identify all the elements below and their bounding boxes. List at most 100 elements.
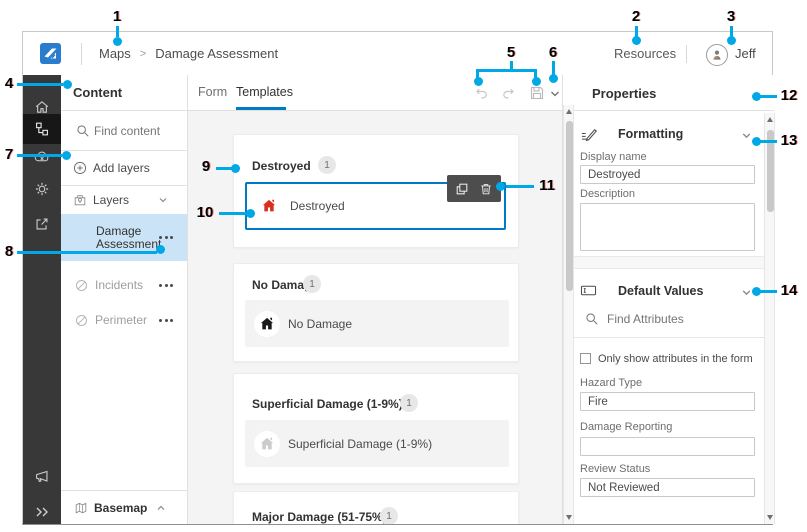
- avatar[interactable]: [706, 44, 728, 66]
- search-icon: [585, 312, 599, 326]
- more-options-button[interactable]: [549, 88, 561, 100]
- find-content-search[interactable]: [61, 111, 187, 151]
- undo-button[interactable]: [473, 85, 489, 101]
- layer-overflow-menu-icon[interactable]: [159, 319, 173, 322]
- double-chevron-right-icon: [34, 505, 50, 519]
- only-show-label: Only show attributes in the form: [598, 353, 758, 365]
- find-attributes-input[interactable]: [607, 311, 752, 327]
- scroll-down-arrow-icon[interactable]: [566, 515, 572, 520]
- redo-icon: [501, 85, 517, 101]
- rail-item-offline[interactable]: [23, 142, 61, 172]
- callout-2: 2: [628, 8, 644, 25]
- layer-label: Damage Assessment: [96, 225, 158, 251]
- tab-templates[interactable]: Templates: [236, 75, 293, 108]
- rail-item-feedback[interactable]: [23, 461, 61, 491]
- group-title: Major Damage (51-75%): [252, 510, 387, 524]
- redo-button[interactable]: [501, 85, 517, 101]
- user-name[interactable]: Jeff: [735, 32, 756, 75]
- chevron-down-icon[interactable]: [741, 287, 752, 298]
- callout-4: 4: [1, 75, 17, 92]
- group-count-badge: 1: [303, 275, 321, 293]
- layer-label: Perimeter: [95, 313, 147, 327]
- basemap-icon: [74, 501, 88, 515]
- template-item-no-damage[interactable]: No Damage: [245, 300, 509, 347]
- symbol-circle: [254, 311, 280, 337]
- cloud-x-icon: [33, 148, 51, 166]
- layer-overflow-menu-icon[interactable]: [159, 284, 173, 287]
- disabled-circle-icon: [75, 279, 88, 292]
- breadcrumb: Maps > Damage Assessment: [99, 32, 278, 75]
- rail-item-settings[interactable]: [23, 174, 61, 204]
- house-icon: [260, 197, 278, 215]
- group-title: Destroyed: [252, 159, 311, 173]
- group-count-badge: 1: [318, 156, 336, 174]
- only-show-checkbox[interactable]: [580, 353, 591, 364]
- disabled-circle-icon: [75, 314, 88, 327]
- resources-link[interactable]: Resources: [614, 32, 676, 75]
- properties-header: Properties: [563, 75, 774, 111]
- scroll-up-arrow-icon[interactable]: [566, 109, 572, 114]
- field-label-damage-reporting: Damage Reporting: [580, 421, 672, 433]
- person-icon: [710, 48, 724, 62]
- breadcrumb-current: Damage Assessment: [155, 46, 278, 61]
- callout-10: 10: [194, 204, 216, 221]
- layer-item-damage-assessment[interactable]: Damage Assessment: [61, 214, 187, 261]
- left-rail: [23, 75, 61, 524]
- symbol-circle: [256, 193, 282, 219]
- section-gap: [563, 256, 775, 269]
- layer-overflow-menu-icon[interactable]: [159, 236, 173, 239]
- field-input-hazard-type[interactable]: [580, 392, 755, 411]
- plus-circle-icon: [73, 161, 87, 175]
- editor-panel: Form Templates: [188, 75, 562, 524]
- scrollbar-thumb[interactable]: [566, 121, 573, 291]
- chevron-down-icon[interactable]: [741, 130, 752, 141]
- add-layers-button[interactable]: Add layers: [61, 151, 187, 186]
- layers-section-header[interactable]: Layers: [61, 186, 187, 214]
- field-input-damage-reporting[interactable]: [580, 437, 755, 456]
- basemap-section-header[interactable]: Basemap: [61, 490, 187, 524]
- rail-item-share[interactable]: [23, 209, 61, 239]
- template-item-label: Destroyed: [290, 199, 345, 213]
- app-window: Maps > Damage Assessment Resources Jeff: [22, 31, 773, 525]
- header-divider-2: [686, 45, 687, 63]
- template-group-major: Major Damage (51-75%) 1: [233, 491, 519, 524]
- description-textarea[interactable]: [580, 203, 755, 251]
- properties-title: Properties: [592, 86, 656, 101]
- template-item-superficial[interactable]: Superficial Damage (1-9%): [245, 420, 509, 467]
- layer-item-incidents[interactable]: Incidents: [61, 271, 187, 299]
- search-icon: [76, 124, 90, 138]
- templates-scrollbar[interactable]: [563, 105, 574, 524]
- content-panel-header: Content: [61, 75, 187, 111]
- callout-9: 9: [198, 158, 214, 175]
- field-input-review-status[interactable]: [580, 478, 755, 497]
- chevron-down-icon: [549, 88, 561, 100]
- rail-item-content[interactable]: [23, 114, 61, 144]
- group-title: Superficial Damage (1-9%): [252, 397, 403, 411]
- sitemap-icon: [33, 120, 51, 138]
- delete-icon[interactable]: [479, 182, 493, 196]
- save-button[interactable]: [529, 85, 545, 101]
- scroll-down-arrow-icon[interactable]: [767, 515, 773, 520]
- duplicate-icon[interactable]: [455, 182, 469, 196]
- esri-logo-icon[interactable]: [40, 43, 61, 64]
- description-label: Description: [580, 188, 635, 200]
- scroll-up-arrow-icon[interactable]: [767, 117, 773, 122]
- symbol-circle: [254, 431, 280, 457]
- breadcrumb-maps-link[interactable]: Maps: [99, 46, 131, 61]
- house-icon: [258, 315, 276, 333]
- tab-form[interactable]: Form: [198, 75, 227, 108]
- default-values-title: Default Values: [618, 284, 703, 298]
- template-group-no-damage: No Damage 1 No Damage: [233, 263, 519, 362]
- callout-3: 3: [723, 8, 739, 25]
- callout-12: 12: [777, 87, 801, 104]
- layers-pin-icon: [73, 193, 87, 207]
- editor-toolbar: Form Templates: [188, 75, 562, 111]
- callout-5: 5: [503, 44, 519, 61]
- rail-item-expand[interactable]: [23, 497, 61, 527]
- properties-scrollbar[interactable]: [764, 113, 775, 524]
- find-content-input[interactable]: [94, 121, 182, 141]
- layer-item-perimeter[interactable]: Perimeter: [61, 306, 187, 334]
- callout-6: 6: [545, 44, 561, 61]
- chevron-down-icon: [158, 195, 168, 205]
- display-name-input[interactable]: [580, 165, 755, 184]
